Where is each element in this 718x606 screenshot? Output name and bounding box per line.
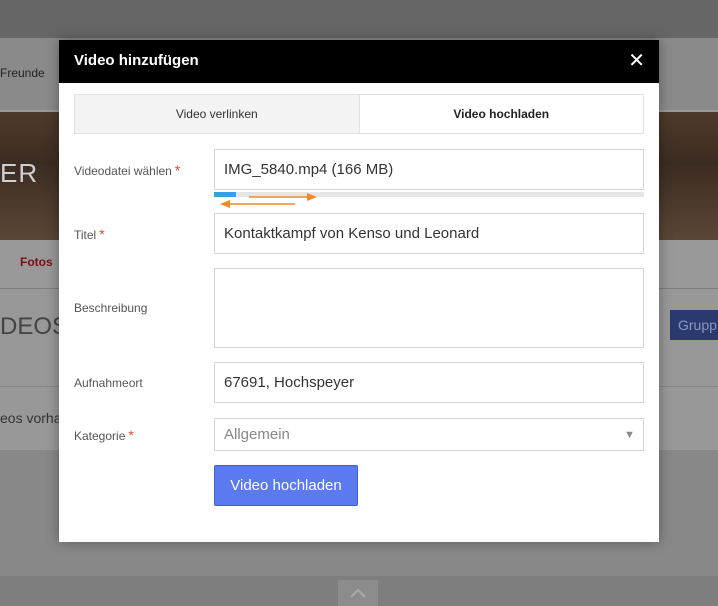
bg-banner-text: ER (0, 158, 39, 188)
bg-no-videos-text: eos vorha (0, 410, 62, 426)
bg-group-button: Grupp (670, 310, 718, 340)
bg-nav-link-friends: Freunde (0, 66, 45, 80)
bg-tab-photos: Fotos (20, 255, 53, 269)
arrow-right-icon (249, 193, 317, 201)
bg-heading: DEOS (0, 313, 69, 340)
chevron-up-icon (338, 580, 378, 606)
annotation-arrows (220, 193, 317, 208)
arrow-left-icon (220, 200, 295, 208)
video-upload-modal: Video hinzufügen ✕ Video verlinken Video… (59, 40, 659, 542)
bg-top-bar (0, 0, 718, 38)
